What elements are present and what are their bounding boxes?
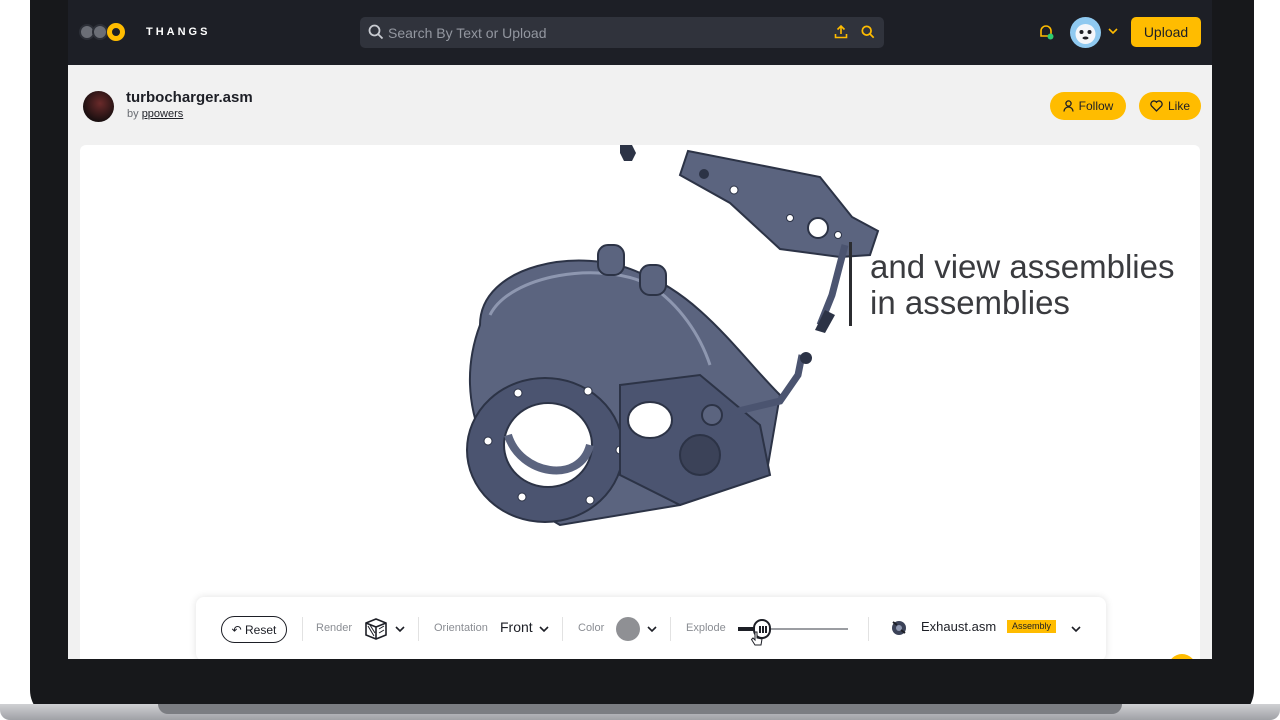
search-bar[interactable]: Search By Text or Upload bbox=[360, 17, 884, 48]
toolbar-divider bbox=[562, 617, 563, 641]
caption-cursor-bar bbox=[849, 242, 852, 326]
top-nav: THANGS Search By Text or Upload Upload bbox=[68, 0, 1212, 65]
thangs-logo-icon[interactable] bbox=[79, 23, 125, 41]
reset-button[interactable]: ↶ Reset bbox=[221, 616, 287, 643]
upload-button[interactable]: Upload bbox=[1131, 17, 1201, 47]
video-caption: and view assemblies in assemblies bbox=[870, 249, 1174, 321]
assembly-name[interactable]: Exhaust.asm bbox=[921, 619, 996, 634]
explode-label: Explode bbox=[686, 622, 726, 634]
toolbar-divider bbox=[868, 617, 869, 641]
by-prefix: by bbox=[127, 108, 139, 120]
author-avatar[interactable] bbox=[83, 91, 114, 122]
render-mode-icon[interactable] bbox=[363, 616, 389, 642]
undo-icon: ↶ bbox=[231, 622, 242, 637]
orientation-select[interactable]: Front bbox=[500, 619, 533, 635]
color-chevron-down-icon[interactable] bbox=[647, 625, 657, 633]
model-title: turbocharger.asm bbox=[126, 89, 253, 106]
turbocharger-model[interactable] bbox=[80, 145, 1200, 659]
reset-label: Reset bbox=[245, 622, 277, 637]
follow-label: Follow bbox=[1078, 99, 1114, 113]
assembly-chevron-down-icon[interactable] bbox=[1071, 625, 1081, 633]
render-chevron-down-icon[interactable] bbox=[395, 625, 405, 633]
search-input[interactable]: Search By Text or Upload bbox=[388, 25, 547, 41]
brand-name[interactable]: THANGS bbox=[146, 26, 210, 38]
user-avatar-image bbox=[1075, 24, 1096, 44]
assembly-thumbnail-icon bbox=[892, 621, 906, 635]
toolbar-divider bbox=[670, 617, 671, 641]
search-submit-icon[interactable] bbox=[861, 25, 875, 39]
toolbar-divider bbox=[418, 617, 419, 641]
user-avatar[interactable] bbox=[1070, 17, 1101, 48]
upload-icon[interactable] bbox=[834, 25, 848, 39]
hand-cursor-icon bbox=[750, 631, 763, 646]
author-link[interactable]: ppowers bbox=[142, 108, 184, 120]
chevron-down-icon[interactable] bbox=[1108, 27, 1118, 35]
follow-button[interactable]: Follow bbox=[1050, 92, 1126, 120]
laptop-notch bbox=[158, 704, 1122, 714]
caption-line-1: and view assemblies bbox=[870, 248, 1175, 285]
like-label: Like bbox=[1167, 99, 1190, 113]
viewer-toolbar: ↶ Reset Render Orientation Front Color E… bbox=[196, 597, 1106, 659]
orientation-chevron-down-icon[interactable] bbox=[539, 625, 549, 633]
user-icon bbox=[1063, 100, 1074, 112]
model-header: turbocharger.asm by ppowers Follow Like bbox=[68, 65, 1212, 145]
color-swatch[interactable] bbox=[616, 617, 640, 641]
3d-viewer[interactable]: and view assemblies in assemblies ↶ Rese… bbox=[80, 145, 1200, 659]
toolbar-divider bbox=[302, 617, 303, 641]
color-label: Color bbox=[578, 622, 605, 634]
author-line: by ppowers bbox=[127, 108, 183, 120]
orientation-label: Orientation bbox=[434, 622, 488, 634]
heart-icon bbox=[1150, 100, 1163, 112]
assembly-badge: Assembly bbox=[1007, 620, 1057, 633]
caption-line-2: in assemblies bbox=[870, 284, 1070, 321]
render-label: Render bbox=[316, 622, 353, 634]
laptop-base bbox=[0, 704, 1280, 720]
notification-bell-icon[interactable] bbox=[1038, 24, 1054, 40]
like-button[interactable]: Like bbox=[1139, 92, 1201, 120]
app-screen: THANGS Search By Text or Upload Upload t… bbox=[68, 0, 1212, 659]
search-icon bbox=[368, 24, 384, 40]
